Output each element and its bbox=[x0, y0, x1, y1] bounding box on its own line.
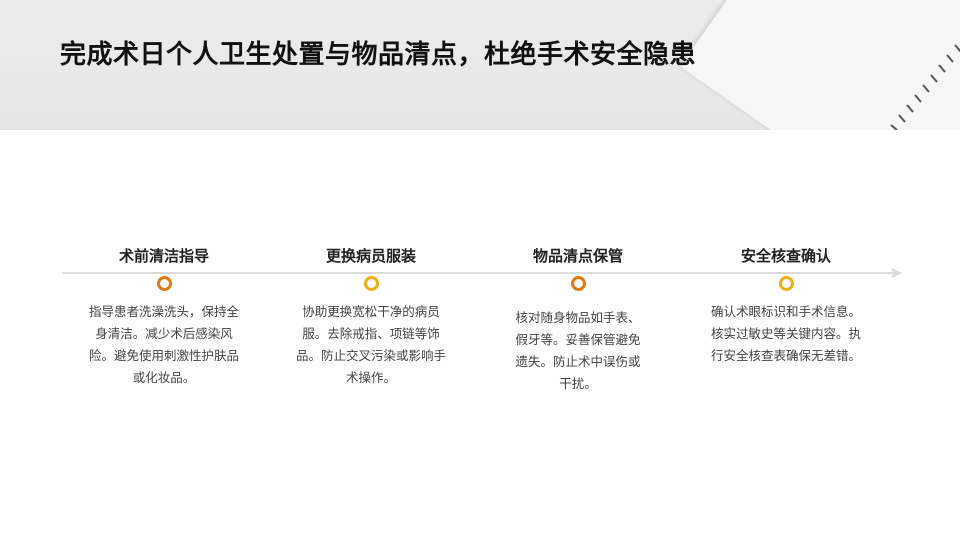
timeline-step-safety-check: 安全核查确认 确认术眼标识和手术信息。核实过敏史等关键内容。执行安全核查表确保无… bbox=[696, 246, 876, 367]
step-heading: 物品清点保管 bbox=[532, 247, 623, 265]
timeline-step-belongings: 物品清点保管 核对随身物品如手表、假牙等。妥善保管避免遗失。防止术中误伤或干扰。 bbox=[488, 246, 668, 395]
timeline-arrow-icon bbox=[892, 268, 902, 278]
step-description: 核对随身物品如手表、假牙等。妥善保管避免遗失。防止术中误伤或干扰。 bbox=[515, 310, 641, 391]
step-marker-icon bbox=[156, 276, 172, 291]
page-title: 完成术日个人卫生处置与物品清点，杜绝手术安全隐患 bbox=[60, 40, 697, 70]
step-description: 指导患者洗澡洗头，保持全身清洁。减少术后感染风险。避免使用刺激性护肤品或化妆品。 bbox=[88, 304, 239, 385]
step-description: 确认术眼标识和手术信息。核实过敏史等关键内容。执行安全核查表确保无差错。 bbox=[710, 304, 861, 363]
step-heading: 术前清洁指导 bbox=[118, 247, 209, 265]
step-marker-icon bbox=[570, 276, 586, 291]
step-heading: 安全核查确认 bbox=[740, 247, 831, 265]
timeline-step-cleaning: 术前清洁指导 指导患者洗澡洗头，保持全身清洁。减少术后感染风险。避免使用刺激性护… bbox=[74, 246, 254, 389]
timeline-step-clothing: 更换病员服装 协助更换宽松干净的病员服。去除戒指、项链等饰品。防止交叉污染或影响… bbox=[281, 246, 461, 389]
step-marker-icon bbox=[778, 276, 794, 291]
step-description: 协助更换宽松干净的病员服。去除戒指、项链等饰品。防止交叉污染或影响手术操作。 bbox=[295, 304, 446, 385]
header-banner: 完成术日个人卫生处置与物品清点，杜绝手术安全隐患 bbox=[0, 0, 960, 130]
step-marker-icon bbox=[363, 276, 379, 291]
notebook-spiral-decoration bbox=[890, 44, 960, 130]
step-heading: 更换病员服装 bbox=[325, 247, 416, 265]
